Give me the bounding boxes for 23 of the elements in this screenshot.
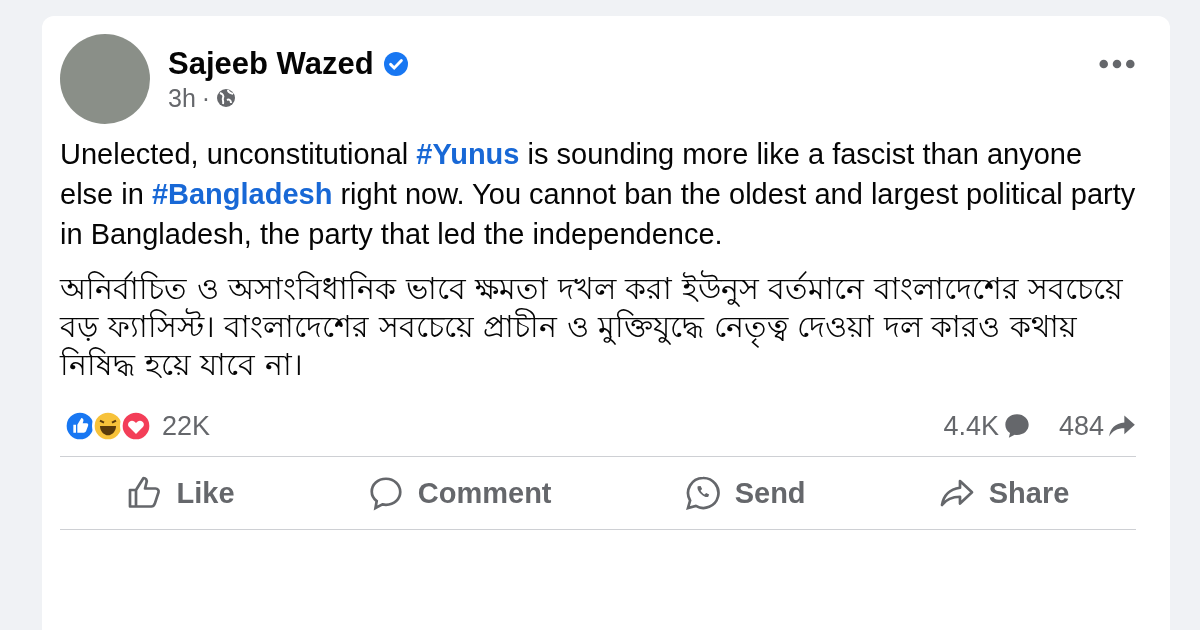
- comment-count[interactable]: 4.4K: [943, 410, 999, 442]
- hashtag-link[interactable]: #Yunus: [416, 138, 520, 170]
- more-options-icon[interactable]: [1098, 58, 1136, 70]
- speech-bubble-icon: [367, 475, 404, 511]
- author-name[interactable]: Sajeeb Wazed: [168, 45, 374, 82]
- chat-phone-icon: [684, 475, 721, 511]
- send-button[interactable]: Send: [664, 463, 826, 523]
- like-button[interactable]: Like: [106, 463, 255, 523]
- share-count[interactable]: 484: [1058, 410, 1104, 442]
- post-time[interactable]: 3h: [168, 83, 196, 113]
- heart-reaction-icon: [120, 410, 152, 442]
- reaction-count[interactable]: 22K: [162, 410, 211, 442]
- share-button[interactable]: Share: [918, 463, 1090, 523]
- post-text: Unelected, unconstitutional #Yunus is sounding more like a fascist than anyone else in #Bangladesh right now. You cannot ban the oldest and largest political party in Bangladesh, the party that led the independence.: [60, 137, 1136, 252]
- comment-button[interactable]: Comment: [347, 463, 572, 523]
- globe-icon: [216, 88, 237, 108]
- hashtag-link[interactable]: #Bangladesh: [151, 178, 333, 210]
- thumbs-up-icon: [126, 475, 163, 511]
- post-text: অনির্বাচিত ও অসাংবিধানিক ভাবে ক্ষমতা দখল করা ইউনুস বর্তমানে বাংলাদেশের সবচেয়ে বড় ফ্যাসিস্ট। বাংলাদেশের সবচেয়ে প্রাচীন ও মুক্তিযুদ্ধে নেতৃত্ব দেওয়া দল কারও কথায় নিষিদ্ধ হয়ে যাবে না।: [60, 270, 1125, 384]
- like-reaction-icon: [64, 410, 96, 442]
- separator: ·: [201, 83, 211, 113]
- speech-bubble-icon: [1002, 412, 1031, 440]
- laughing-reaction-icon: [92, 410, 124, 442]
